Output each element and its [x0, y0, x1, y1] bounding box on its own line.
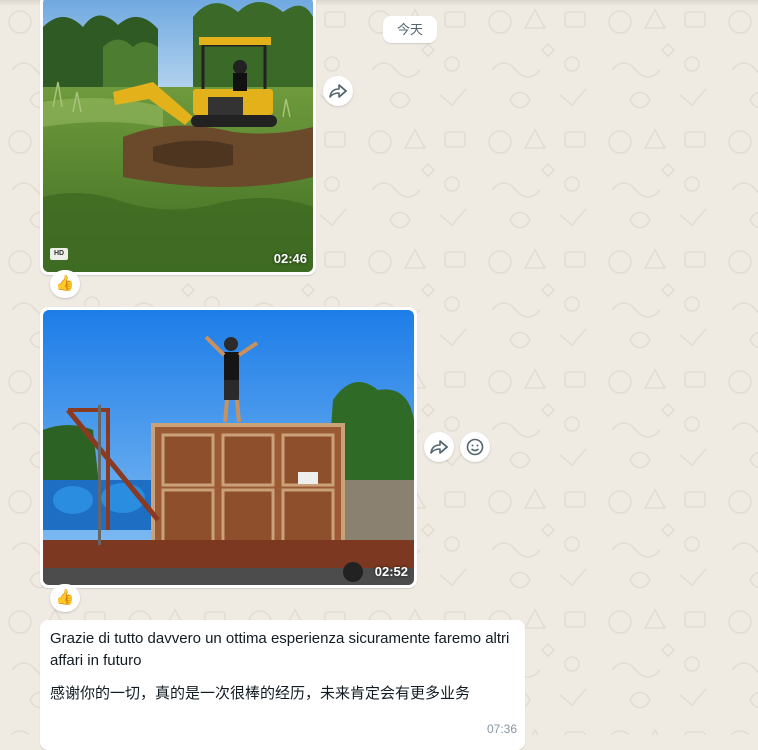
- excavator-photo: [43, 0, 313, 272]
- reaction-thumbs-up-1[interactable]: 👍: [50, 270, 80, 298]
- reaction-thumbs-up-2[interactable]: 👍: [50, 584, 80, 612]
- video-message-1[interactable]: HD 02:46: [40, 0, 316, 275]
- crate-photo: [43, 310, 414, 585]
- message-text-chinese: 感谢你的一切，真的是一次很棒的经历，未来肯定会有更多业务: [50, 684, 471, 702]
- forward-icon: [329, 84, 347, 98]
- video-thumbnail-excavator[interactable]: HD 02:46: [43, 0, 313, 272]
- message-time: 07:36: [486, 722, 517, 736]
- video-thumbnail-crate[interactable]: 02:52: [43, 310, 414, 585]
- emoji-icon: [466, 438, 484, 456]
- date-separator: 今天: [383, 16, 437, 43]
- hd-badge: HD: [50, 248, 68, 260]
- forward-button[interactable]: [323, 76, 353, 106]
- video-message-2[interactable]: 02:52: [40, 307, 417, 588]
- forward-button[interactable]: [424, 432, 454, 462]
- video-duration: 02:52: [374, 564, 408, 579]
- forward-icon: [430, 440, 448, 454]
- video-duration: 02:46: [273, 251, 307, 266]
- emoji-react-button[interactable]: [460, 432, 490, 462]
- message-text-italian: Grazie di tutto davvero un ottima esperi…: [50, 630, 510, 669]
- text-message[interactable]: Grazie di tutto davvero un ottima esperi…: [40, 620, 525, 750]
